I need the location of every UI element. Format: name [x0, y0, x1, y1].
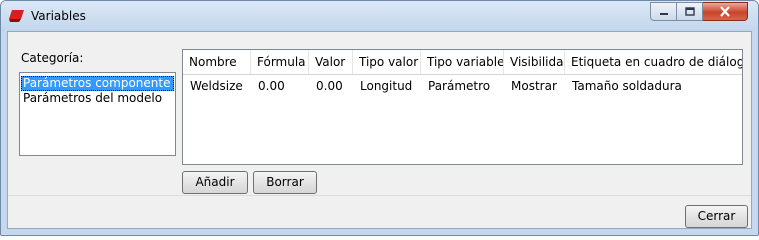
column-header-formula[interactable]: Fórmula [251, 50, 309, 74]
column-header-valor[interactable]: Valor [309, 50, 353, 74]
minimize-icon [659, 12, 668, 15]
category-label: Categoría: [21, 51, 84, 65]
dialog-body: Categoría: Parámetros componente Parámet… [7, 31, 752, 229]
window-title: Variables [31, 9, 86, 23]
add-button[interactable]: Añadir [182, 171, 248, 194]
maximize-icon [684, 7, 695, 16]
divider [8, 195, 751, 196]
cell-visibilidad[interactable]: Mostrar [504, 75, 565, 97]
cell-etiqueta[interactable]: Tamaño soldadura [565, 75, 742, 97]
delete-button[interactable]: Borrar [253, 171, 317, 194]
minimize-button[interactable] [650, 2, 677, 21]
cell-formula[interactable]: 0.00 [251, 75, 309, 97]
column-header-visibilidad[interactable]: Visibilidad [504, 50, 565, 74]
maximize-button[interactable] [677, 2, 703, 21]
cell-tipo-variable[interactable]: Parámetro [421, 75, 504, 97]
category-item-component-params[interactable]: Parámetros componente [21, 76, 174, 91]
category-item-model-params[interactable]: Parámetros del modelo [21, 91, 174, 106]
category-list[interactable]: Parámetros componente Parámetros del mod… [19, 72, 176, 156]
close-icon [720, 6, 730, 17]
app-red-icon [9, 10, 24, 22]
close-window-button[interactable] [703, 2, 748, 21]
cell-valor[interactable]: 0.00 [309, 75, 353, 97]
close-button[interactable]: Cerrar [685, 205, 748, 228]
table-row[interactable]: Weldsize 0.00 0.00 Longitud Parámetro Mo… [183, 75, 742, 97]
table-header: Nombre Fórmula Valor Tipo valor Tipo var… [183, 50, 742, 75]
column-header-nombre[interactable]: Nombre [183, 50, 251, 74]
column-header-etiqueta[interactable]: Etiqueta en cuadro de diálogo [565, 50, 742, 74]
title-bar[interactable]: Variables [1, 1, 758, 31]
cell-tipo-valor[interactable]: Longitud [353, 75, 421, 97]
cell-nombre[interactable]: Weldsize [183, 75, 251, 97]
column-header-tipo-valor[interactable]: Tipo valor [353, 50, 421, 74]
variables-table[interactable]: Nombre Fórmula Valor Tipo valor Tipo var… [182, 49, 743, 165]
column-header-tipo-variable[interactable]: Tipo variable [421, 50, 504, 74]
variables-window: Variables Categoría: Parámetros componen… [0, 0, 759, 236]
